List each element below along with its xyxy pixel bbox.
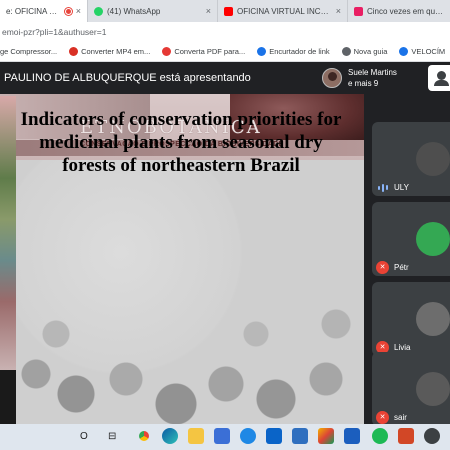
audio-wave-icon [376, 182, 389, 193]
search-icon[interactable]: O [80, 431, 88, 442]
recording-icon [64, 7, 72, 15]
bookmark-converta-pdf[interactable]: Converta PDF para... [162, 47, 245, 56]
tab-article[interactable]: Cinco vezes em que Ru [348, 0, 450, 22]
edge-icon[interactable] [162, 428, 178, 444]
tab-whatsapp[interactable]: (41) WhatsApp × [88, 0, 218, 22]
paint-icon[interactable] [318, 428, 334, 444]
avatar [416, 222, 450, 256]
bookmark-nova-guia[interactable]: Nova guia [341, 47, 388, 56]
participants-panel: ULY ✕ Pétr ✕ Livia ✕ sair [364, 94, 450, 426]
converter-icon [69, 47, 79, 56]
powerpoint-icon[interactable] [398, 428, 414, 444]
tab-meet[interactable]: e: OFICINA VIRTUAL × [0, 0, 88, 22]
bookmark-velocimetro[interactable]: VELOCÍM [399, 47, 445, 56]
youtube-icon [224, 6, 233, 16]
bookmark-compressor[interactable]: ge Compressor... [0, 47, 57, 56]
joiner-name: Suele Martins [348, 68, 397, 77]
store-icon[interactable] [214, 428, 230, 444]
globe-icon [341, 47, 351, 56]
browser-icon[interactable] [240, 428, 256, 444]
bookmark-encurtador[interactable]: Encurtador de link [257, 47, 330, 56]
nt-icon [354, 6, 363, 16]
word-icon[interactable] [344, 428, 360, 444]
slide-side-image [0, 96, 16, 370]
participant-name: ULY [394, 183, 409, 192]
bookmark-label: ge Compressor... [0, 47, 58, 56]
slide-title: Indicators of conservation priorities fo… [20, 109, 342, 176]
mic-muted-icon: ✕ [376, 261, 389, 274]
bookmark-label: VELOCÍM [411, 47, 446, 56]
task-view-icon[interactable]: ⊟ [108, 431, 116, 442]
speed-icon [399, 47, 409, 56]
participant-tile[interactable]: ✕ sair [372, 352, 450, 426]
participant-name: Pétr [394, 263, 409, 272]
participant-tile[interactable]: ✕ Pétr [372, 202, 450, 276]
bookmark-label: Encurtador de link [269, 47, 330, 56]
heart-icon [162, 47, 172, 56]
bookmark-label: Converta PDF para... [174, 47, 246, 56]
person-body-icon [434, 80, 449, 86]
avatar [416, 302, 450, 336]
bookmark-label: Nova guia [353, 47, 388, 56]
participant-tile[interactable]: ✕ Livia [372, 282, 450, 356]
link-icon [257, 47, 267, 56]
participant-tile[interactable]: ULY [372, 122, 450, 196]
url-text: emoi-pzr?pli=1&authuser=1 [2, 27, 107, 37]
joiner-more: e mais 9 [348, 79, 379, 88]
spotify-icon[interactable] [372, 428, 388, 444]
mic-muted-icon: ✕ [376, 411, 389, 424]
participant-name: Livia [394, 343, 411, 352]
avatar [416, 142, 450, 176]
mail-icon[interactable] [266, 428, 282, 444]
settings-icon[interactable] [424, 428, 440, 444]
berries-image [16, 264, 364, 424]
tab-label: OFICINA VIRTUAL INCT 202 [237, 6, 332, 16]
tab-label: Cinco vezes em que Ru [367, 6, 444, 16]
chrome-icon[interactable] [136, 428, 152, 444]
browser-tab-bar: e: OFICINA VIRTUAL × (41) WhatsApp × OFI… [0, 0, 450, 22]
bookmark-label: Converter MP4 em... [81, 47, 151, 56]
bookmark-converter-mp4[interactable]: Converter MP4 em... [69, 47, 150, 56]
close-icon[interactable]: × [336, 6, 341, 16]
close-icon[interactable]: × [76, 6, 81, 16]
avatar[interactable] [322, 68, 342, 88]
avatar [416, 372, 450, 406]
tab-label: (41) WhatsApp [107, 6, 161, 16]
tab-youtube[interactable]: OFICINA VIRTUAL INCT 202 × [218, 0, 348, 22]
whatsapp-icon [94, 6, 103, 16]
file-explorer-icon[interactable] [188, 428, 204, 444]
address-bar[interactable]: emoi-pzr?pli=1&authuser=1 [0, 22, 450, 42]
app-icon[interactable] [292, 428, 308, 444]
close-icon[interactable]: × [206, 6, 211, 16]
person-icon [437, 71, 446, 80]
joiner-info[interactable]: Suele Martins e mais 9 [348, 67, 397, 89]
bookmarks-bar: ge Compressor... Converter MP4 em... Con… [0, 42, 450, 62]
tab-label: e: OFICINA VIRTUAL [6, 6, 61, 16]
presenter-status: PAULINO DE ALBUQUERQUE está apresentando [4, 72, 251, 84]
people-button[interactable] [428, 65, 450, 91]
participant-name: sair [394, 413, 407, 422]
